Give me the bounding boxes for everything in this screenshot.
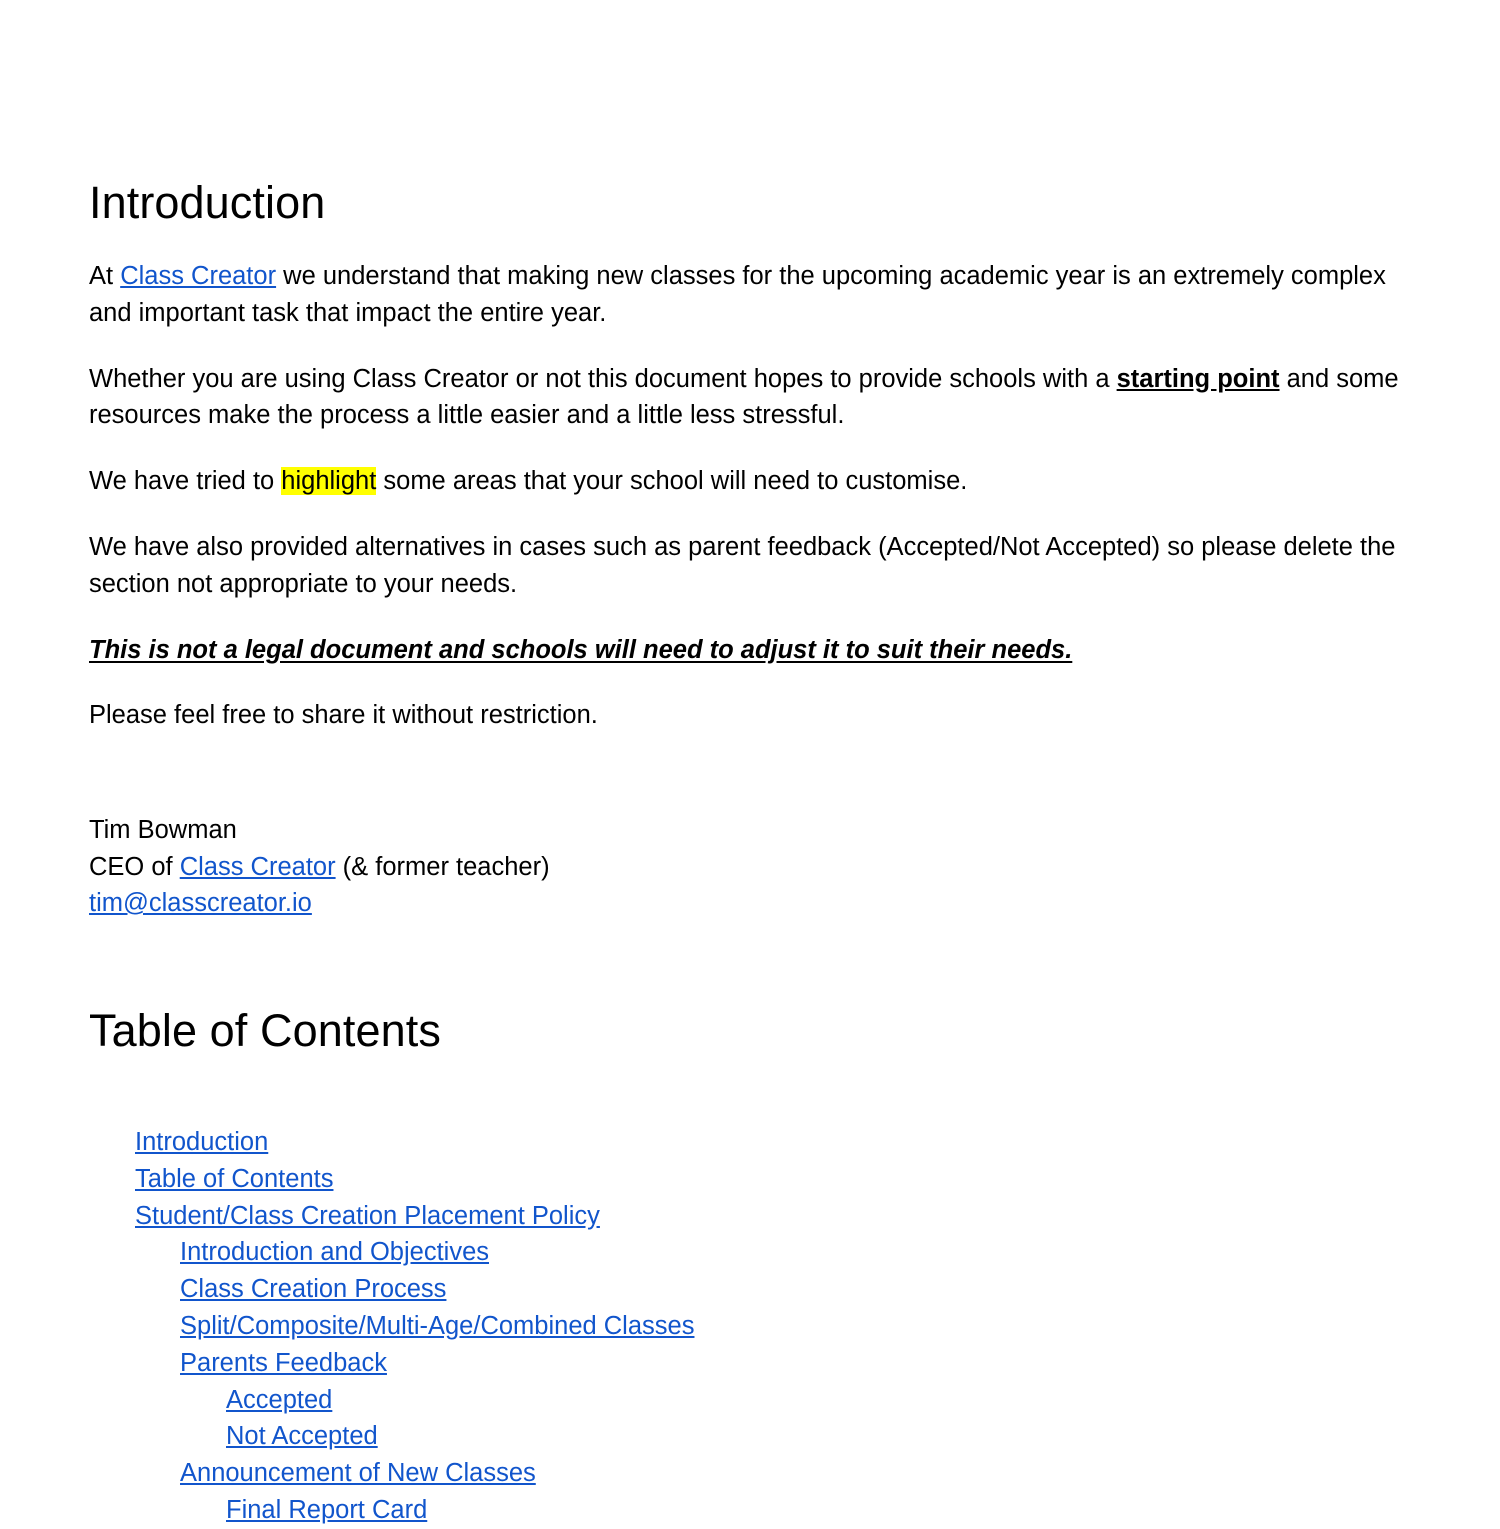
toc-link[interactable]: Announcement of New Classes (180, 1459, 536, 1487)
toc-entry: Accepted (89, 1382, 1401, 1419)
link-email-address[interactable]: tim@classcreator.io (89, 889, 312, 917)
toc-link[interactable]: Student/Class Creation Placement Policy (135, 1202, 600, 1230)
paragraph-starting-point-text-before: Whether you are using Class Creator or n… (89, 364, 1117, 393)
signature-block: Tim Bowman CEO of Class Creator (& forme… (89, 812, 1401, 922)
paragraph-welcome-text-before: At (89, 262, 121, 290)
toc-entry: Final Report Card (89, 1492, 1401, 1529)
introduction-body: At Class Creator we understand that maki… (89, 258, 1401, 734)
toc-entry: Class Creation Process (89, 1271, 1401, 1308)
section-heading-table-of-contents: Table of Contents (89, 1005, 441, 1056)
toc-link[interactable]: Final Report Card (226, 1496, 427, 1524)
toc-link[interactable]: Parents Feedback (180, 1349, 387, 1377)
toc-entry: Parents Feedback (89, 1345, 1401, 1382)
toc-entry: Announcement of New Classes (89, 1455, 1401, 1492)
toc-link[interactable]: Not Accepted (226, 1422, 378, 1450)
toc-entry: Table of Contents (89, 1161, 1401, 1198)
link-class-creator-signature[interactable]: Class Creator (180, 853, 336, 881)
paragraph-welcome: At Class Creator we understand that maki… (89, 258, 1401, 332)
section-heading-introduction: Introduction (89, 177, 326, 228)
paragraph-starting-point: Whether you are using Class Creator or n… (89, 361, 1401, 435)
link-class-creator-inline[interactable]: Class Creator (120, 262, 276, 290)
paragraph-highlight-text-before: We have tried to (89, 467, 282, 496)
paragraph-highlight-text-after: some areas that your school will need to… (376, 467, 968, 496)
emphasis-starting-point: starting point (1116, 364, 1280, 393)
toc-entry: Split/Composite/Multi-Age/Combined Class… (89, 1308, 1401, 1345)
signature-role: CEO of Class Creator (& former teacher) (89, 849, 1401, 886)
signature-name: Tim Bowman (89, 816, 237, 844)
toc-entry: Introduction and Objectives (89, 1234, 1401, 1271)
signature-role-text-after: (& former teacher) (335, 852, 550, 881)
highlighted-word: highlight (281, 467, 377, 496)
toc-link[interactable]: Class Creation Process (180, 1275, 446, 1303)
signature-email-line: tim@classcreator.io (89, 885, 1401, 922)
toc-entry: Student/Class Creation Placement Policy (89, 1198, 1401, 1235)
paragraph-share-note: Please feel free to share it without res… (89, 701, 598, 730)
paragraph-highlight-note: We have tried to highlight some areas th… (89, 463, 1401, 500)
paragraph-alternatives: We have also provided alternatives in ca… (89, 532, 1396, 598)
signature-role-text-before: CEO of (89, 852, 180, 881)
toc-link[interactable]: Introduction and Objectives (180, 1238, 489, 1266)
toc-entry: Introduction (89, 1124, 1401, 1161)
toc-link[interactable]: Table of Contents (135, 1165, 333, 1193)
paragraph-welcome-text-after: we understand that making new classes fo… (89, 262, 1386, 327)
document-page: Introduction At Class Creator we underst… (0, 0, 1500, 1524)
table-of-contents: Introduction Table of Contents Student/Cla… (89, 1124, 1401, 1529)
paragraph-legal-disclaimer: This is not a legal document and schools… (89, 635, 1073, 664)
toc-link[interactable]: Introduction (135, 1128, 268, 1156)
toc-entry: Not Accepted (89, 1418, 1401, 1455)
toc-link[interactable]: Accepted (226, 1386, 332, 1414)
toc-link[interactable]: Split/Composite/Multi-Age/Combined Class… (180, 1312, 694, 1340)
